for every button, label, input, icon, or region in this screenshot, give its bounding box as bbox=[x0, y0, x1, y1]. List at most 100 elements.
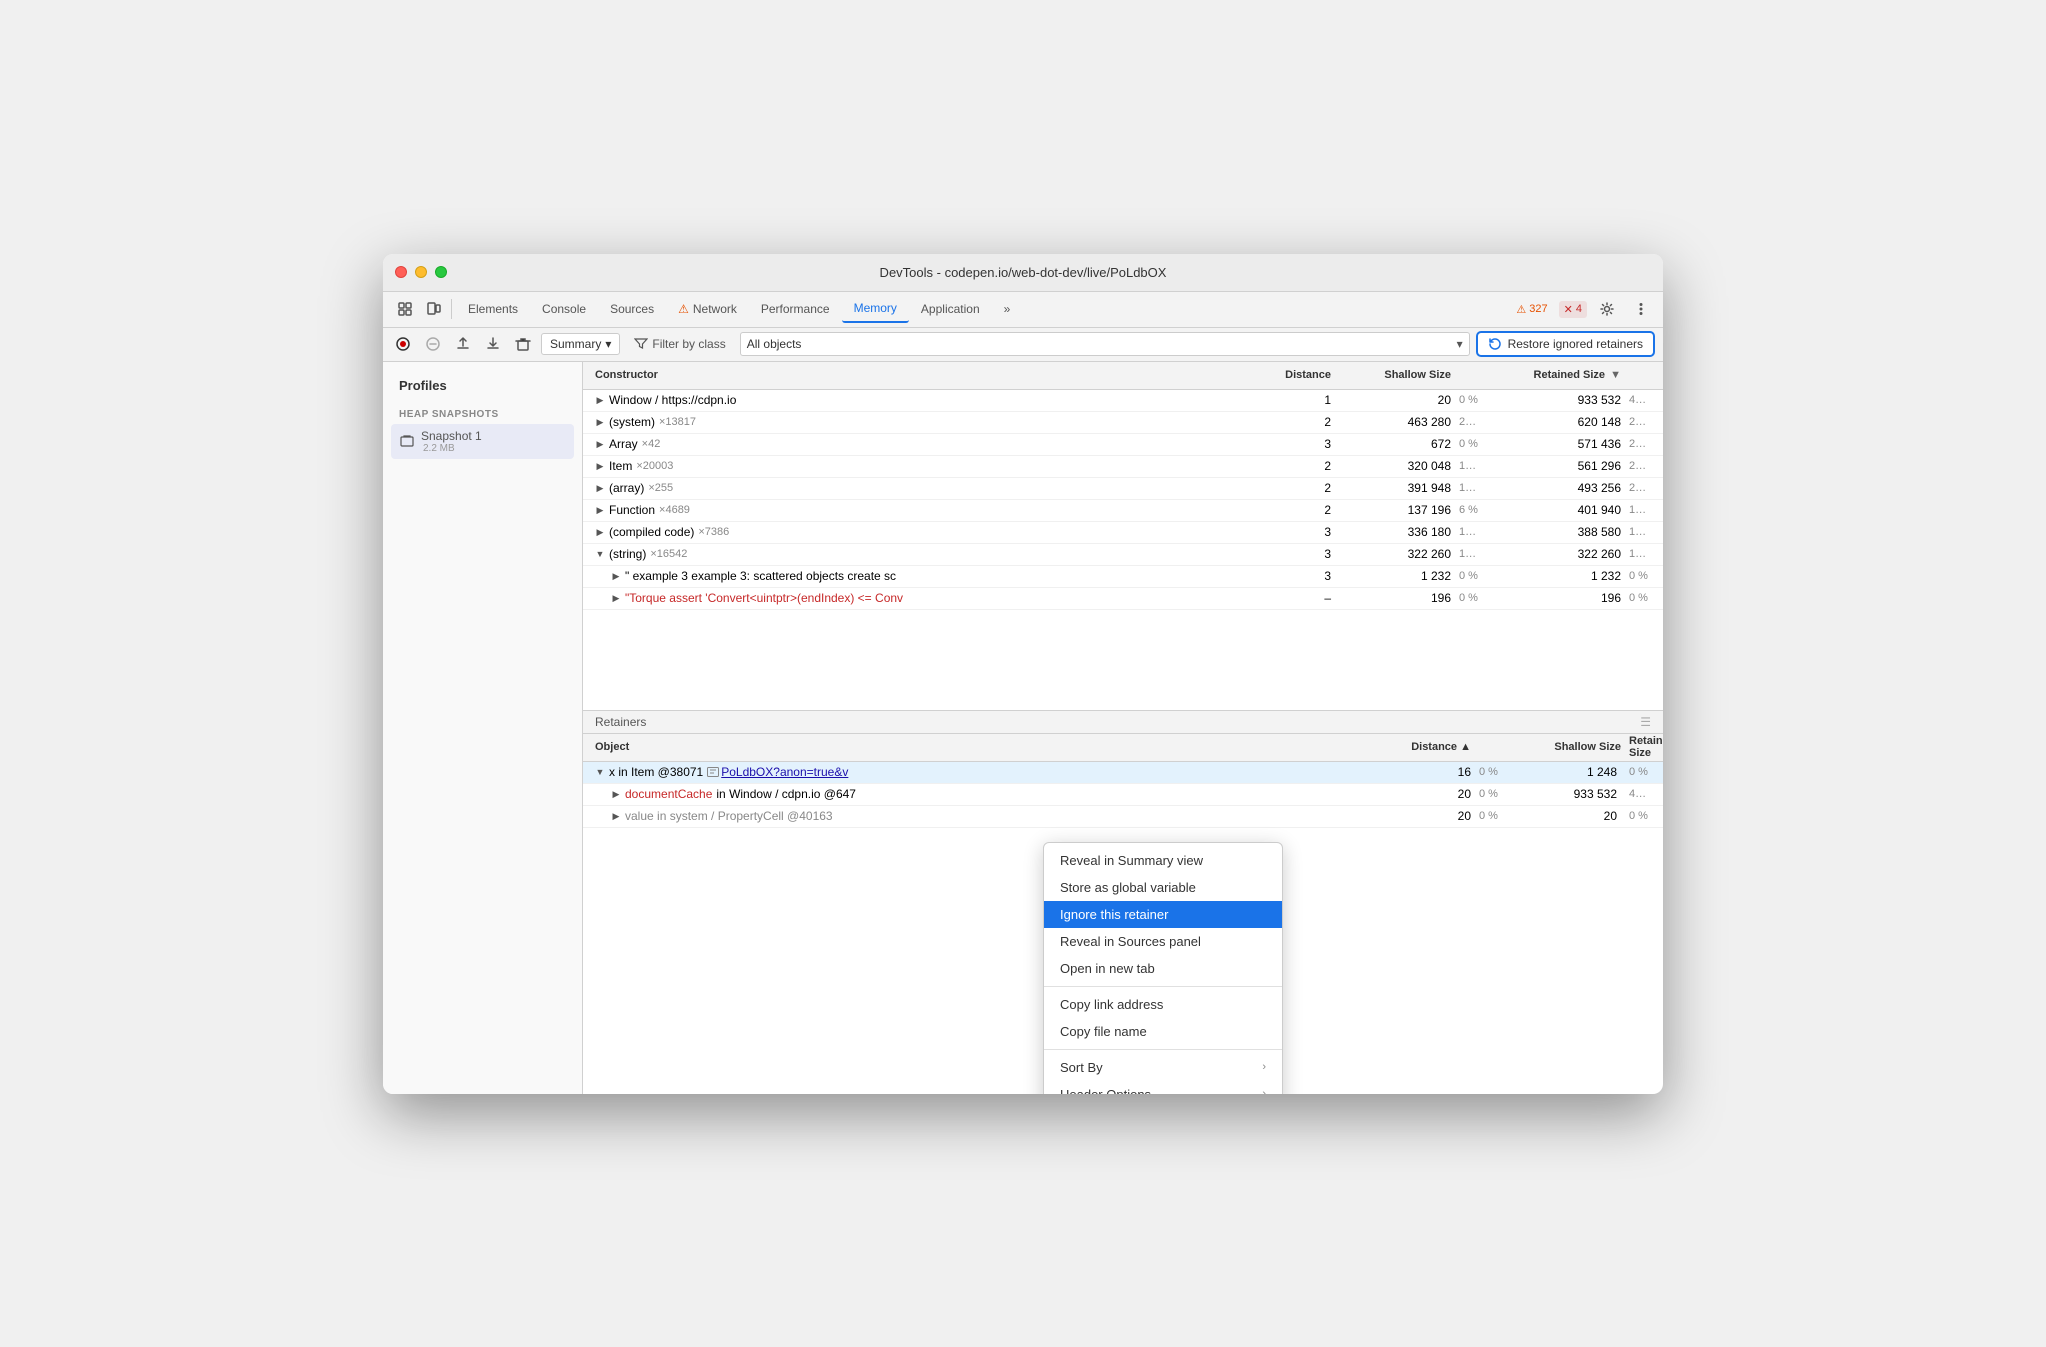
col-shallow[interactable]: Shallow Size bbox=[1335, 369, 1455, 381]
retainer-rows: ▼ x in Item @38071 PoLdbOX?anon=true&v 1… bbox=[583, 762, 1663, 828]
retainer-row[interactable]: ▶ value in system / PropertyCell @40163 … bbox=[583, 806, 1663, 828]
context-menu-divider bbox=[1044, 986, 1282, 987]
sidebar-section-label: HEAP SNAPSHOTS bbox=[391, 405, 574, 424]
context-menu-sort-by[interactable]: Sort By › bbox=[1044, 1054, 1282, 1081]
tab-sources[interactable]: Sources bbox=[598, 296, 666, 322]
tab-elements[interactable]: Elements bbox=[456, 296, 530, 322]
upload-btn[interactable] bbox=[451, 332, 475, 356]
tab-application[interactable]: Application bbox=[909, 296, 992, 322]
sidebar-item-snapshot1[interactable]: Snapshot 1 2.2 MB bbox=[391, 424, 574, 459]
context-menu-divider bbox=[1044, 1049, 1282, 1050]
expand-arrow-icon: ▶ bbox=[611, 789, 621, 799]
traffic-lights bbox=[395, 266, 447, 278]
window-title: DevTools - codepen.io/web-dot-dev/live/P… bbox=[880, 265, 1167, 280]
tab-performance[interactable]: Performance bbox=[749, 296, 842, 322]
sort-arrow-icon: ▼ bbox=[1610, 369, 1621, 381]
table-row[interactable]: ▼ (string) ×16542 3 322 260 14 % 322 260… bbox=[583, 544, 1663, 566]
table-row[interactable]: ▶ "Torque assert 'Convert<uintptr>(endIn… bbox=[583, 588, 1663, 610]
col-retained: Retained Size ▼ bbox=[1485, 369, 1625, 381]
expand-arrow-icon: ▶ bbox=[595, 395, 605, 405]
chevron-down-icon: ▾ bbox=[605, 337, 611, 351]
table-row[interactable]: ▶ Function ×4689 2 137 196 6 % 401 940 1… bbox=[583, 500, 1663, 522]
context-menu: Reveal in Summary view Store as global v… bbox=[1043, 842, 1283, 1094]
snapshot-name: Snapshot 1 2.2 MB bbox=[421, 429, 482, 454]
expand-arrow-icon: ▶ bbox=[611, 593, 621, 603]
error-badge[interactable]: ✕ 4 bbox=[1559, 301, 1587, 318]
context-menu-copy-filename[interactable]: Copy file name bbox=[1044, 1018, 1282, 1045]
titlebar: DevTools - codepen.io/web-dot-dev/live/P… bbox=[383, 254, 1663, 292]
col-ret-shallow[interactable]: Shallow Size bbox=[1505, 741, 1625, 753]
retainers-scroll-icon: ☰ bbox=[1640, 715, 1651, 729]
close-button[interactable] bbox=[395, 266, 407, 278]
expand-arrow-icon: ▼ bbox=[595, 549, 605, 559]
settings-icon[interactable] bbox=[1593, 295, 1621, 323]
col-distance[interactable]: Distance bbox=[1255, 369, 1335, 381]
retainers-section-header: Retainers ☰ bbox=[583, 710, 1663, 734]
minimize-button[interactable] bbox=[415, 266, 427, 278]
context-menu-store-global[interactable]: Store as global variable bbox=[1044, 874, 1282, 901]
devtools-tabbar: Elements Console Sources ⚠ Network Perfo… bbox=[383, 292, 1663, 328]
download-btn[interactable] bbox=[481, 332, 505, 356]
sidebar-title: Profiles bbox=[391, 374, 574, 397]
context-menu-reveal-sources[interactable]: Reveal in Sources panel bbox=[1044, 928, 1282, 955]
expand-arrow-icon: ▶ bbox=[595, 483, 605, 493]
filter-input-group: All objects ▾ bbox=[740, 332, 1470, 356]
submenu-arrow-icon: › bbox=[1262, 1061, 1266, 1073]
expand-arrow-icon: ▶ bbox=[611, 571, 621, 581]
table-row[interactable]: ▶ Array ×42 3 672 0 % 571 436 25 % bbox=[583, 434, 1663, 456]
expand-arrow-icon: ▶ bbox=[595, 439, 605, 449]
warning-icon: ⚠ bbox=[1516, 303, 1526, 316]
expand-arrow-icon: ▼ bbox=[595, 767, 605, 777]
sidebar: Profiles HEAP SNAPSHOTS Snapshot 1 2.2 M… bbox=[383, 362, 583, 1094]
dropdown-arrow-icon[interactable]: ▾ bbox=[1457, 337, 1463, 351]
expand-arrow-icon: ▶ bbox=[595, 461, 605, 471]
retainer-row[interactable]: ▶ documentCache in Window / cdpn.io @647… bbox=[583, 784, 1663, 806]
context-menu-header-options[interactable]: Header Options › bbox=[1044, 1081, 1282, 1094]
context-menu-ignore-retainer[interactable]: Ignore this retainer bbox=[1044, 901, 1282, 928]
filter-btn[interactable]: Filter by class bbox=[626, 334, 733, 354]
tab-right-group: ⚠ 327 ✕ 4 bbox=[1511, 295, 1655, 323]
clear-btn[interactable] bbox=[511, 332, 535, 356]
retainer-row[interactable]: ▼ x in Item @38071 PoLdbOX?anon=true&v 1… bbox=[583, 762, 1663, 784]
sort-up-icon: ▲ bbox=[1460, 741, 1471, 753]
warning-badge[interactable]: ⚠ 327 bbox=[1511, 301, 1552, 318]
view-selector[interactable]: Summary ▾ bbox=[541, 333, 620, 355]
devtools-window: DevTools - codepen.io/web-dot-dev/live/P… bbox=[383, 254, 1663, 1094]
retainer-header: Object Distance ▲ Shallow Size Retained … bbox=[583, 734, 1663, 762]
col-object: Object bbox=[591, 741, 1375, 753]
context-menu-copy-link[interactable]: Copy link address bbox=[1044, 991, 1282, 1018]
table-row[interactable]: ▶ Item ×20003 2 320 048 14 % 561 296 25 … bbox=[583, 456, 1663, 478]
expand-arrow-icon: ▶ bbox=[595, 417, 605, 427]
tab-more[interactable]: » bbox=[992, 296, 1023, 322]
table-row[interactable]: ▶ (system) ×13817 2 463 280 21 % 620 148… bbox=[583, 412, 1663, 434]
expand-arrow-icon: ▶ bbox=[611, 811, 621, 821]
submenu-arrow-icon: › bbox=[1262, 1088, 1266, 1094]
main-content: Profiles HEAP SNAPSHOTS Snapshot 1 2.2 M… bbox=[383, 362, 1663, 1094]
table-row[interactable]: ▶ (compiled code) ×7386 3 336 180 15 % 3… bbox=[583, 522, 1663, 544]
maximize-button[interactable] bbox=[435, 266, 447, 278]
table-header: Constructor Distance Shallow Size Retain… bbox=[583, 362, 1663, 390]
stop-btn[interactable] bbox=[421, 332, 445, 356]
tab-memory[interactable]: Memory bbox=[842, 295, 909, 323]
device-icon[interactable] bbox=[419, 295, 447, 323]
col-ret-retained[interactable]: Retained Size bbox=[1625, 735, 1655, 759]
table-row[interactable]: ▶ " example 3 example 3: scattered objec… bbox=[583, 566, 1663, 588]
col-constructor: Constructor bbox=[591, 369, 1255, 381]
table-row[interactable]: ▶ Window / https://cdpn.io 1 20 0 % 933 … bbox=[583, 390, 1663, 412]
table-row[interactable]: ▶ (array) ×255 2 391 948 17 % 493 256 22… bbox=[583, 478, 1663, 500]
expand-arrow-icon: ▶ bbox=[595, 527, 605, 537]
table-body: ▶ Window / https://cdpn.io 1 20 0 % 933 … bbox=[583, 390, 1663, 710]
error-icon: ✕ bbox=[1564, 303, 1573, 316]
memory-toolbar: Summary ▾ Filter by class All objects ▾ … bbox=[383, 328, 1663, 362]
record-btn[interactable] bbox=[391, 332, 415, 356]
context-menu-reveal-summary[interactable]: Reveal in Summary view bbox=[1044, 847, 1282, 874]
tab-network[interactable]: ⚠ Network bbox=[666, 296, 749, 322]
network-warning-icon: ⚠ bbox=[678, 302, 689, 316]
more-icon[interactable] bbox=[1627, 295, 1655, 323]
inspect-icon[interactable] bbox=[391, 295, 419, 323]
context-menu-open-new-tab[interactable]: Open in new tab bbox=[1044, 955, 1282, 982]
tab-console[interactable]: Console bbox=[530, 296, 598, 322]
all-objects-text: All objects bbox=[747, 337, 802, 351]
restore-btn[interactable]: Restore ignored retainers bbox=[1476, 331, 1655, 357]
snapshot-icon bbox=[399, 433, 415, 449]
